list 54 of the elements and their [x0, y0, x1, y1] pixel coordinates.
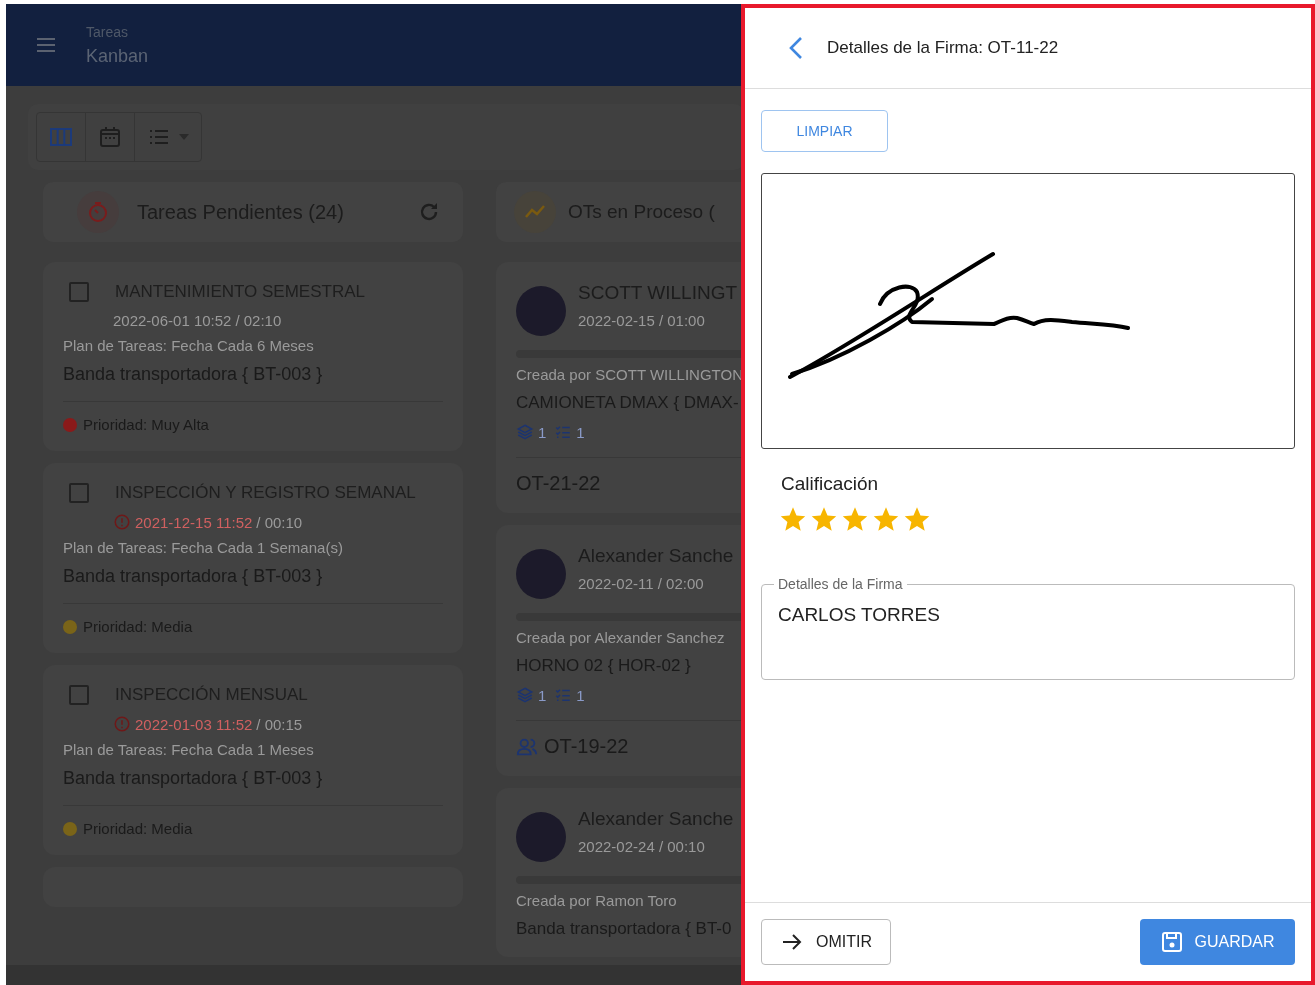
checklist-icon: [554, 686, 573, 704]
creator-text: Creada por SCOTT WILLINGTON: [516, 366, 741, 383]
plan-text: Plan de Tareas: Fecha Cada 1 Semana(s): [63, 539, 344, 556]
rating-label: Calificación: [781, 473, 879, 495]
panel-title: Detalles de la Firma: OT-11-22: [827, 38, 1059, 58]
save-icon: [1160, 930, 1185, 954]
tasks-count: 1: [576, 423, 585, 441]
alert-icon: [113, 513, 131, 531]
due-date: 2022-06-01 10:52: [113, 312, 232, 329]
back-button[interactable]: [789, 35, 803, 61]
alert-icon: [113, 715, 131, 733]
due-date: 2021-12-15 11:52: [135, 513, 253, 531]
order-date: 2022-02-24 / 00:10: [578, 838, 706, 855]
section-title: Tareas: [86, 23, 130, 40]
parts-count: 1: [538, 686, 547, 704]
chevron-left-icon: [789, 35, 803, 61]
skip-button[interactable]: OMITIR: [761, 919, 891, 965]
signature-pad[interactable]: [761, 173, 1295, 449]
details-value: CARLOS TORRES: [762, 592, 1294, 676]
avatar: [516, 549, 566, 599]
star-icon: [841, 505, 869, 533]
star-icon: [779, 505, 807, 533]
plan-text: Plan de Tareas: Fecha Cada 1 Meses: [63, 741, 315, 758]
star-icon: [810, 505, 838, 533]
checklist-icon: [554, 423, 573, 441]
duration: / 02:10: [235, 312, 282, 329]
plan-text: Plan de Tareas: Fecha Cada 6 Meses: [63, 337, 315, 354]
field-label: Detalles de la Firma: [777, 576, 904, 592]
parts-count: 1: [538, 423, 547, 441]
columns-icon: [49, 125, 73, 149]
duration: / 00:15: [256, 715, 303, 733]
star-icon: [872, 505, 900, 533]
page-title: Kanban: [86, 45, 149, 67]
layers-icon: [516, 423, 534, 441]
timer-icon: [86, 200, 110, 224]
save-button[interactable]: GUARDAR: [1140, 919, 1295, 965]
clear-button[interactable]: LIMPIAR: [761, 110, 888, 152]
details-field[interactable]: Detalles de la Firma CARLOS TORRES: [761, 576, 1295, 680]
avatar: [516, 286, 566, 336]
calendar-icon: [98, 125, 122, 149]
order-date: 2022-02-15 / 01:00: [578, 312, 706, 329]
checkbox[interactable]: [69, 282, 89, 302]
due-date: 2022-01-03 11:52: [135, 715, 253, 733]
order-date: 2022-02-11 / 02:00: [578, 575, 705, 592]
star-rating[interactable]: [779, 505, 931, 533]
checkbox[interactable]: [69, 685, 89, 705]
creator-text: Creada por Ramon Toro: [516, 892, 678, 909]
tasks-count: 1: [576, 686, 585, 704]
creator-text: Creada por Alexander Sanchez: [516, 629, 726, 646]
star-icon: [903, 505, 931, 533]
checkbox[interactable]: [69, 483, 89, 503]
avatar: [516, 812, 566, 862]
duration: / 00:10: [256, 513, 303, 531]
layers-icon: [516, 686, 534, 704]
